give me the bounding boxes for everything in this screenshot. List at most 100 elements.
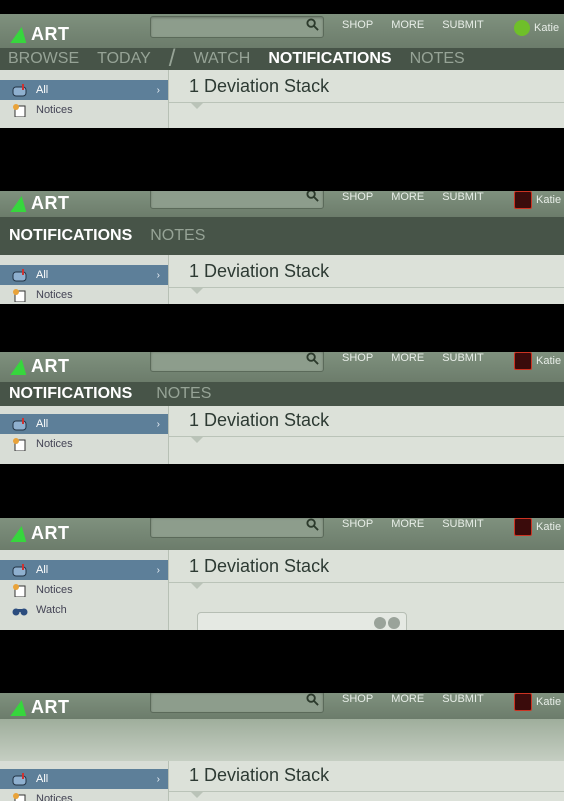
user-menu[interactable]: Katie — [514, 191, 561, 209]
tab-browse[interactable]: BROWSE — [8, 50, 79, 68]
search-input[interactable] — [150, 352, 324, 372]
shop-link[interactable]: SHOP — [342, 19, 373, 31]
sidebar-item-watch[interactable]: Watch — [0, 600, 168, 620]
sidebar-item-label: Notices — [36, 104, 73, 116]
tab-watch[interactable]: WATCH — [193, 50, 250, 68]
more-link[interactable]: MORE — [391, 19, 424, 31]
card-controls — [374, 617, 400, 629]
sidebar-item-label: All — [36, 564, 49, 576]
sidebar-item-label: All — [36, 773, 49, 785]
close-icon[interactable] — [388, 617, 400, 629]
tab-today[interactable]: TODAY — [97, 50, 151, 68]
main-panel: 1 Deviation Stack — [169, 70, 564, 128]
more-link[interactable]: MORE — [391, 191, 424, 203]
frame-5: ART SHOP MORE SUBMIT Katie All › Notices… — [0, 693, 564, 801]
tab-notes[interactable]: NOTES — [410, 50, 465, 68]
search-icon[interactable] — [306, 352, 319, 365]
chevron-right-icon: › — [156, 564, 160, 576]
avatar — [514, 518, 532, 536]
logo[interactable]: ART — [10, 24, 70, 45]
search-icon[interactable] — [306, 191, 319, 202]
top-bar: ART SHOP MORE SUBMIT Katie — [0, 352, 564, 382]
tab-notifications[interactable]: NOTIFICATIONS — [268, 50, 391, 68]
heading-notch — [191, 288, 203, 294]
search-input[interactable] — [150, 518, 324, 538]
chevron-right-icon: › — [156, 269, 160, 281]
sidebar-item-notices[interactable]: Notices — [0, 434, 168, 454]
search-icon[interactable] — [306, 518, 319, 531]
notice-icon — [13, 288, 26, 302]
username: Katie — [536, 696, 562, 708]
shop-link[interactable]: SHOP — [342, 352, 373, 364]
logo-text: ART — [31, 24, 70, 44]
heading-divider — [169, 791, 564, 792]
search-input[interactable] — [150, 16, 324, 38]
user-menu[interactable]: Katie — [514, 693, 561, 711]
sidebar-item-all[interactable]: All › — [0, 560, 168, 580]
heading-divider — [169, 287, 564, 288]
logo[interactable]: ART — [10, 523, 70, 544]
heading-divider — [169, 436, 564, 437]
sidebar-item-notices[interactable]: Notices — [0, 285, 168, 304]
avatar — [514, 20, 530, 36]
heading-divider — [169, 102, 564, 103]
search-input[interactable] — [150, 693, 324, 713]
shop-link[interactable]: SHOP — [342, 693, 373, 705]
submit-link[interactable]: SUBMIT — [442, 693, 484, 705]
logo-mark-icon — [10, 699, 30, 716]
tab-notes[interactable]: NOTES — [156, 385, 211, 403]
sidebar-item-notices[interactable]: Notices — [0, 100, 168, 120]
sidebar-item-notices[interactable]: Notices — [0, 580, 168, 600]
sidebar: All › Notices — [0, 406, 169, 464]
more-link[interactable]: MORE — [391, 693, 424, 705]
notice-icon — [13, 437, 26, 451]
logo[interactable]: ART — [10, 697, 70, 718]
logo-text: ART — [31, 697, 70, 717]
sidebar-item-all[interactable]: All › — [0, 769, 168, 789]
top-links: SHOP MORE SUBMIT — [342, 693, 502, 705]
mailbox-icon — [12, 563, 27, 576]
logo[interactable]: ART — [10, 356, 70, 377]
search-icon[interactable] — [306, 18, 319, 31]
tab-notifications[interactable]: NOTIFICATIONS — [9, 227, 132, 245]
shop-link[interactable]: SHOP — [342, 191, 373, 203]
username: Katie — [536, 194, 562, 206]
sidebar-item-label: Notices — [36, 793, 73, 801]
top-links: SHOP MORE SUBMIT — [342, 19, 502, 31]
search-icon[interactable] — [306, 693, 319, 706]
sidebar-item-label: Notices — [36, 584, 73, 596]
submit-link[interactable]: SUBMIT — [442, 518, 484, 530]
logo[interactable]: ART — [10, 193, 70, 214]
user-menu[interactable]: Katie — [514, 20, 559, 36]
submit-link[interactable]: SUBMIT — [442, 19, 484, 31]
heading-divider — [169, 582, 564, 583]
search-input[interactable] — [150, 191, 324, 209]
sidebar-item-all[interactable]: All › — [0, 414, 168, 434]
nav-divider: / — [168, 45, 176, 72]
sidebar-item-all[interactable]: All › — [0, 265, 168, 285]
collapse-icon[interactable] — [374, 617, 386, 629]
submit-link[interactable]: SUBMIT — [442, 191, 484, 203]
more-link[interactable]: MORE — [391, 352, 424, 364]
logo-mark-icon — [10, 358, 30, 375]
mailbox-icon — [12, 268, 27, 281]
sidebar: All › Notices — [0, 761, 169, 801]
tab-notes[interactable]: NOTES — [150, 227, 205, 245]
user-menu[interactable]: Katie — [514, 518, 561, 536]
shop-link[interactable]: SHOP — [342, 518, 373, 530]
user-menu[interactable]: Katie — [514, 352, 561, 370]
submit-link[interactable]: SUBMIT — [442, 352, 484, 364]
page-title: 1 Deviation Stack — [189, 556, 330, 576]
sidebar-item-notices[interactable]: Notices — [0, 789, 168, 801]
notice-icon — [13, 792, 26, 801]
top-links: SHOP MORE SUBMIT — [342, 518, 502, 530]
sidebar: All › Notices Watch — [0, 550, 169, 630]
tab-notifications[interactable]: NOTIFICATIONS — [9, 385, 132, 403]
username: Katie — [536, 355, 562, 367]
more-link[interactable]: MORE — [391, 518, 424, 530]
sidebar: All › Notices — [0, 255, 169, 304]
sidebar-item-all[interactable]: All › — [0, 80, 168, 100]
page-title: 1 Deviation Stack — [189, 76, 330, 96]
deviation-stack-card[interactable] — [197, 612, 407, 630]
heading-notch — [191, 437, 203, 443]
